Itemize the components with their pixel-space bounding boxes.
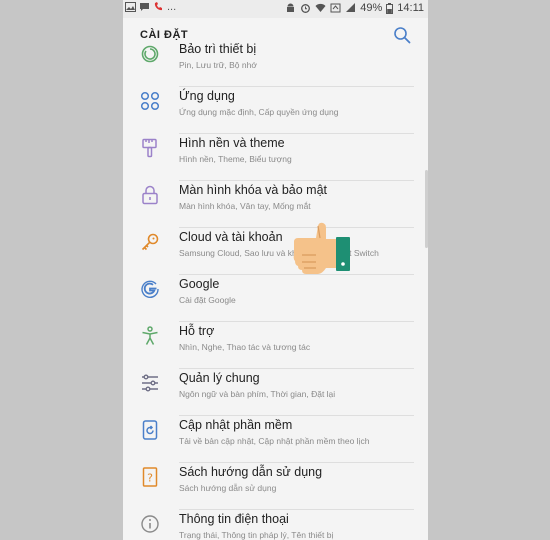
settings-item-google[interactable]: Google Cài đặt Google xyxy=(123,275,428,322)
item-subtitle: Nhìn, Nghe, Thao tác và tương tác xyxy=(179,342,311,352)
apps-grid-icon xyxy=(140,91,160,111)
gallery-notification-icon xyxy=(125,2,136,12)
key-icon xyxy=(141,233,159,251)
item-subtitle: Ứng dụng mặc định, Cấp quyền ứng dụng xyxy=(179,107,339,117)
settings-item-lock-screen-security[interactable]: Màn hình khóa và bảo mật Màn hình khóa, … xyxy=(123,181,428,228)
item-title: Google xyxy=(179,277,220,291)
paintbrush-icon xyxy=(142,138,157,158)
scrollbar[interactable] xyxy=(425,170,428,248)
clock: 14:11 xyxy=(397,2,424,14)
info-icon xyxy=(141,515,159,533)
item-title: Ứng dụng xyxy=(179,89,235,103)
item-title: Màn hình khóa và bảo mật xyxy=(179,183,328,197)
device-maintenance-icon xyxy=(141,45,159,63)
phone-screen: ... 49% 14:11 CÀI ĐẶT Bảo trì thiết bị P… xyxy=(123,0,428,540)
item-subtitle: Tải về bản cập nhật, Cập nhật phần mềm t… xyxy=(179,436,370,446)
settings-item-device-maintenance[interactable]: Bảo trì thiết bị Pin, Lưu trữ, Bộ nhớ xyxy=(123,40,428,87)
item-subtitle: Màn hình khóa, Vân tay, Mống mắt xyxy=(179,201,311,211)
pointing-hand-icon xyxy=(293,222,350,274)
accessibility-icon xyxy=(142,326,158,345)
data-icon xyxy=(330,3,341,13)
battery-percent: 49% xyxy=(360,2,383,14)
item-subtitle: Ngôn ngữ và bàn phím, Thời gian, Đặt lại xyxy=(179,389,336,399)
software-update-icon xyxy=(142,420,158,440)
item-subtitle: Pin, Lưu trữ, Bộ nhớ xyxy=(179,60,257,70)
item-title: Sách hướng dẫn sử dụng xyxy=(179,465,323,479)
google-icon xyxy=(141,280,159,298)
settings-item-accessibility[interactable]: Hỗ trợ Nhìn, Nghe, Thao tác và tương tác xyxy=(123,322,428,369)
sliders-icon xyxy=(142,374,158,392)
item-title: Bảo trì thiết bị xyxy=(179,42,257,56)
item-title: Quản lý chung xyxy=(179,371,260,385)
settings-item-cloud-accounts[interactable]: Cloud và tài khoản Samsung Cloud, Sao lư… xyxy=(123,228,428,275)
message-notification-icon xyxy=(140,3,149,11)
item-subtitle: Sách hướng dẫn sử dụng xyxy=(179,483,277,493)
settings-item-apps[interactable]: Ứng dụng Ứng dụng mặc định, Cấp quyền ứn… xyxy=(123,87,428,134)
settings-item-wallpaper-theme[interactable]: Hình nền và theme Hình nền, Theme, Biểu … xyxy=(123,134,428,181)
wifi-icon xyxy=(315,3,326,12)
user-manual-icon: ? xyxy=(142,467,158,487)
settings-item-general-management[interactable]: Quản lý chung Ngôn ngữ và bàn phím, Thời… xyxy=(123,369,428,416)
android-icon xyxy=(287,3,295,13)
item-title: Cloud và tài khoản xyxy=(179,230,283,244)
missed-call-icon xyxy=(154,2,162,11)
battery-icon xyxy=(386,2,394,14)
item-subtitle: Cài đặt Google xyxy=(179,295,236,305)
item-title: Hình nền và theme xyxy=(179,136,285,150)
item-subtitle: Trạng thái, Thông tin pháp lý, Tên thiết… xyxy=(179,530,334,540)
settings-item-about-phone[interactable]: Thông tin điện thoại Trạng thái, Thông t… xyxy=(123,510,428,540)
settings-item-user-manual[interactable]: ? Sách hướng dẫn sử dụng Sách hướng dẫn … xyxy=(123,463,428,510)
alarm-icon xyxy=(301,4,311,13)
signal-icon xyxy=(346,3,356,12)
item-title: Cập nhật phần mềm xyxy=(179,418,293,432)
status-bar: ... 49% 14:11 xyxy=(123,0,428,18)
item-title: Thông tin điện thoại xyxy=(179,512,289,526)
item-subtitle: Hình nền, Theme, Biểu tượng xyxy=(179,154,292,164)
lock-icon xyxy=(142,185,158,205)
more-notifications: ... xyxy=(167,0,177,13)
svg-text:?: ? xyxy=(147,472,153,485)
settings-item-software-update[interactable]: Cập nhật phần mềm Tải về bản cập nhật, C… xyxy=(123,416,428,463)
item-title: Hỗ trợ xyxy=(179,324,215,338)
